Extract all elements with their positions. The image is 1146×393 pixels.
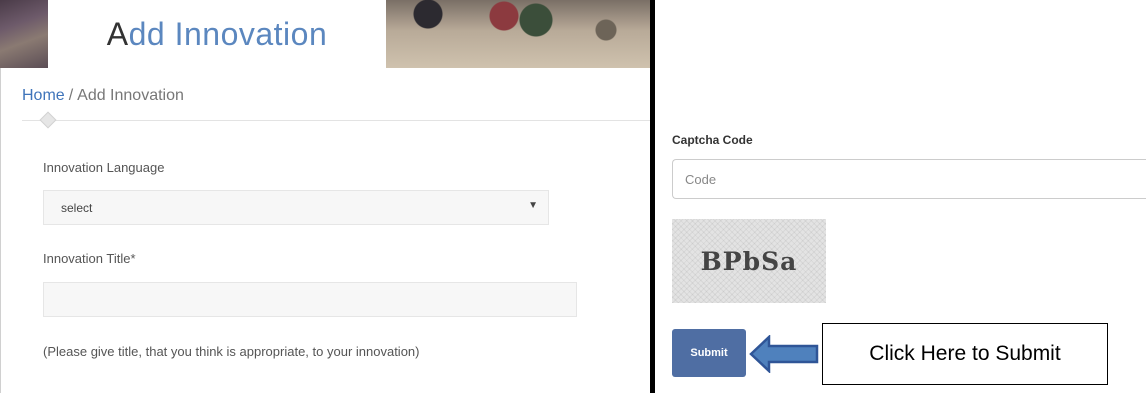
panel-left-border — [0, 68, 1, 393]
breadcrumb: Home / Add Innovation — [22, 87, 184, 105]
page-title-rest: dd Innovation — [128, 15, 328, 52]
captcha-code-input[interactable] — [672, 159, 1146, 199]
submit-button[interactable]: Submit — [672, 329, 746, 377]
captcha-image-text: BPbSa — [700, 246, 798, 276]
banner-photo-right — [386, 0, 650, 68]
innovation-title-label: Innovation Title* — [43, 251, 136, 266]
breadcrumb-home-link[interactable]: Home — [22, 87, 65, 104]
captcha-code-label: Captcha Code — [672, 133, 753, 147]
submit-callout-box: Click Here to Submit — [822, 323, 1108, 385]
diamond-icon — [39, 111, 57, 129]
banner-photo-left — [0, 0, 48, 68]
caret-down-icon: ▼ — [528, 200, 538, 211]
innovation-language-select[interactable]: select ▼ — [43, 190, 549, 225]
left-panel: Add Innovation Home / Add Innovation Innov… — [0, 0, 650, 393]
left-arrow-icon — [749, 335, 819, 373]
innovation-title-help: (Please give title, that you think is ap… — [43, 344, 420, 359]
right-panel: Captcha Code BPbSa Submit Click Here to … — [655, 0, 1146, 393]
page-banner: Add Innovation — [0, 0, 650, 68]
breadcrumb-separator: / — [68, 87, 74, 104]
page-title-first-letter: A — [106, 15, 129, 52]
innovation-language-selected-value: select — [61, 201, 93, 215]
breadcrumb-current: Add Innovation — [77, 87, 184, 104]
innovation-title-input[interactable] — [43, 282, 577, 317]
submit-callout-text: Click Here to Submit — [869, 342, 1061, 365]
innovation-language-label: Innovation Language — [43, 160, 165, 175]
breadcrumb-underline — [22, 120, 650, 121]
page-title: Add Innovation — [48, 0, 386, 68]
captcha-image: BPbSa — [672, 219, 826, 303]
